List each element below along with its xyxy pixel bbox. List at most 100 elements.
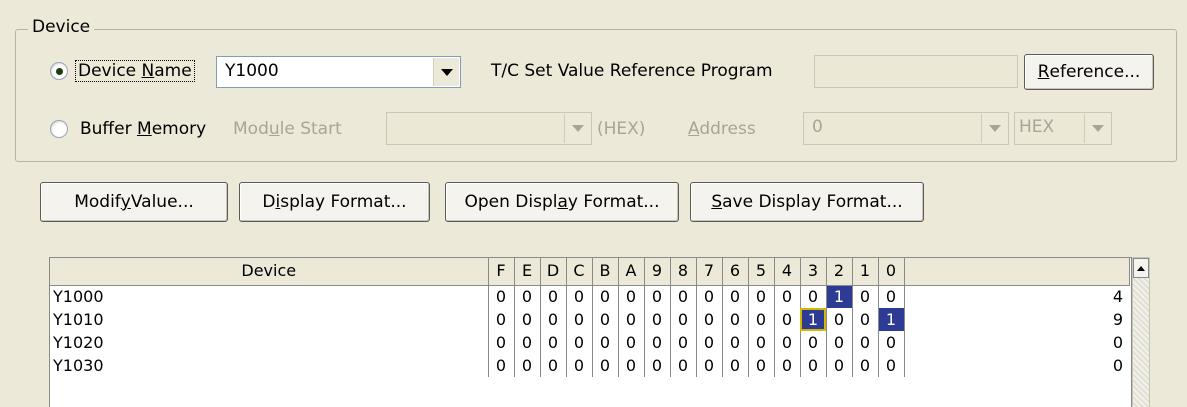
bit-cell[interactable]: 0 [487, 331, 514, 354]
device-cell[interactable]: Y1030 [50, 354, 488, 377]
bit-cell[interactable]: 0 [565, 285, 592, 308]
bit-cell[interactable]: 0 [565, 354, 592, 377]
device-cell[interactable]: Y1020 [50, 331, 488, 354]
bit-cell[interactable]: 0 [851, 331, 878, 354]
bit-cell[interactable]: 0 [643, 285, 670, 308]
bit-cell[interactable]: 0 [539, 354, 566, 377]
bit-cell[interactable]: 0 [539, 308, 566, 331]
bit-cell[interactable]: 0 [591, 285, 618, 308]
table-header-row: Device FEDCBA9876543210 [50, 258, 1130, 286]
table-row[interactable]: Y1000 0 0 0 0 0 0 0 0 0 0 0 0 0 1 0 0 4 [50, 285, 1129, 308]
bit-cell[interactable]: 0 [617, 331, 644, 354]
bit-cell[interactable]: 0 [877, 331, 904, 354]
bit-cell[interactable]: 0 [747, 308, 774, 331]
bit-cell[interactable]: 0 [877, 354, 904, 377]
column-header-bit: 8 [670, 258, 697, 286]
value-cell[interactable]: 0 [903, 331, 1129, 354]
scroll-up-button[interactable] [1133, 258, 1149, 278]
module-start-dropdown-button [564, 114, 590, 143]
bit-cell[interactable]: 0 [591, 308, 618, 331]
bit-cell[interactable]: 0 [851, 308, 878, 331]
device-name-dropdown-button[interactable] [433, 58, 459, 86]
bit-cell[interactable]: 0 [513, 285, 540, 308]
bit-cell[interactable]: 0 [851, 354, 878, 377]
bit-cell[interactable]: 0 [513, 354, 540, 377]
buffer-memory-label[interactable]: Buffer Memory [80, 117, 206, 141]
bit-cell[interactable]: 0 [825, 331, 852, 354]
bit-cell[interactable]: 0 [643, 308, 670, 331]
bit-cell[interactable]: 0 [487, 354, 514, 377]
bit-cell[interactable]: 0 [799, 331, 826, 354]
bit-cell[interactable]: 0 [513, 308, 540, 331]
modify-value-button[interactable]: Modif y Value... [40, 182, 228, 222]
bit-cell[interactable]: 0 [643, 331, 670, 354]
bit-cell[interactable]: 0 [799, 285, 826, 308]
bit-cell[interactable]: 0 [695, 331, 722, 354]
bit-cell[interactable]: 0 [877, 285, 904, 308]
column-header-bit: B [592, 258, 619, 286]
bit-cell[interactable]: 0 [539, 331, 566, 354]
bit-cell[interactable]: 0 [721, 285, 748, 308]
table-row[interactable]: Y1010 0 0 0 0 0 0 0 0 0 0 0 0 1 0 0 1 9 [50, 308, 1129, 331]
bit-cell[interactable]: 0 [773, 331, 800, 354]
bit-cell[interactable]: 0 [487, 308, 514, 331]
value-cell[interactable]: 9 [903, 308, 1129, 331]
bit-cell[interactable]: 0 [721, 308, 748, 331]
bit-cell[interactable]: 0 [825, 354, 852, 377]
bit-cell[interactable]: 0 [565, 331, 592, 354]
value-cell[interactable]: 0 [903, 354, 1129, 377]
bit-cell[interactable]: 0 [669, 285, 696, 308]
open-display-format-button[interactable]: Open Displ a y Format... [445, 182, 679, 222]
buffer-memory-radio[interactable] [50, 120, 68, 138]
bit-cell[interactable]: 0 [773, 308, 800, 331]
device-monitor-table[interactable]: Device FEDCBA9876543210 Y1000 0 0 0 0 0 0 0 0 0 0 0… [49, 257, 1132, 407]
bit-cell[interactable]: 0 [799, 354, 826, 377]
reference-button[interactable]: Reference... [1024, 54, 1154, 90]
bit-cell[interactable]: 0 [643, 354, 670, 377]
bit-cell[interactable]: 0 [617, 308, 644, 331]
table-row[interactable]: Y1020 0 0 0 0 0 0 0 0 0 0 0 0 0 0 0 0 0 [50, 331, 1129, 354]
bit-cell[interactable]: 0 [591, 331, 618, 354]
column-header-bit: 1 [852, 258, 879, 286]
bit-cell[interactable]: 0 [565, 308, 592, 331]
bit-cell[interactable]: 0 [851, 285, 878, 308]
address-dropdown-button [981, 114, 1007, 143]
bit-cell[interactable]: 0 [539, 285, 566, 308]
bit-cell[interactable]: 0 [773, 285, 800, 308]
save-display-format-button[interactable]: Save Display Format... [690, 182, 924, 222]
device-name-combobox[interactable]: Y1000 [216, 56, 461, 88]
bit-cell[interactable]: 0 [825, 308, 852, 331]
address-combobox: 0 [803, 112, 1009, 145]
bit-cell[interactable]: 0 [773, 354, 800, 377]
bit-cell[interactable]: 1 [877, 308, 904, 331]
bit-cell[interactable]: 0 [721, 331, 748, 354]
bit-cell[interactable]: 0 [617, 285, 644, 308]
bit-cell[interactable]: 0 [695, 285, 722, 308]
bit-cell[interactable]: 0 [695, 354, 722, 377]
table-row[interactable]: Y1030 0 0 0 0 0 0 0 0 0 0 0 0 0 0 0 0 0 [50, 354, 1129, 377]
value-cell[interactable]: 4 [903, 285, 1129, 308]
bit-cell[interactable]: 0 [591, 354, 618, 377]
display-format-button[interactable]: Di splay Format... [239, 182, 430, 222]
device-cell[interactable]: Y1000 [50, 285, 488, 308]
bit-cell[interactable]: 0 [747, 285, 774, 308]
bit-cell[interactable]: 0 [669, 354, 696, 377]
device-name-label[interactable]: Device Name [75, 59, 195, 83]
device-cell[interactable]: Y1010 [50, 308, 488, 331]
bit-cell[interactable]: 0 [617, 354, 644, 377]
column-header-device[interactable]: Device [50, 258, 489, 286]
bit-cell[interactable]: 0 [669, 331, 696, 354]
bit-cell[interactable]: 0 [513, 331, 540, 354]
bit-cell[interactable]: 0 [747, 331, 774, 354]
column-header-bit: 6 [722, 258, 749, 286]
module-start-label: Module Start [233, 119, 342, 139]
vertical-scrollbar[interactable] [1132, 257, 1150, 407]
bit-cell[interactable]: 0 [487, 285, 514, 308]
bit-cell[interactable]: 0 [669, 308, 696, 331]
bit-cell[interactable]: 0 [747, 354, 774, 377]
bit-cell[interactable]: 1 [825, 285, 852, 308]
bit-cell[interactable]: 0 [695, 308, 722, 331]
device-name-radio[interactable] [50, 62, 68, 80]
bit-cell[interactable]: 1 [799, 308, 826, 331]
bit-cell[interactable]: 0 [721, 354, 748, 377]
